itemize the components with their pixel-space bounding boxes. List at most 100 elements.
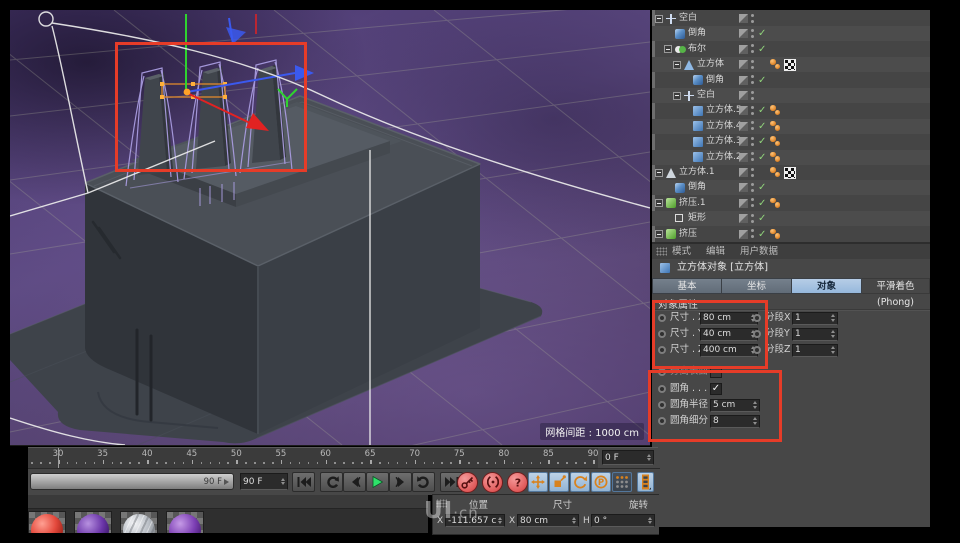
keyframe-rotation-toggle[interactable] [570, 472, 590, 492]
layer-color-icon[interactable] [739, 137, 748, 147]
object-label[interactable]: 立方体.5 [706, 103, 742, 118]
layer-color-icon[interactable] [739, 106, 748, 116]
phong-tag-icon[interactable] [770, 120, 782, 133]
drag-grip-icon[interactable] [656, 247, 667, 256]
layer-color-icon[interactable] [739, 60, 748, 70]
enabled-check-icon[interactable]: ✓ [758, 103, 766, 118]
material-manager-header[interactable] [28, 495, 428, 509]
visibility-dots-icon[interactable] [751, 105, 755, 116]
segments-y-input[interactable]: 1 [792, 327, 838, 341]
object-row[interactable]: 立方体.2 ✓ [652, 149, 930, 165]
layer-color-icon[interactable] [739, 75, 748, 85]
object-label[interactable]: 空白 [679, 11, 697, 26]
phong-tag-icon[interactable] [770, 228, 782, 241]
phong-tag-icon[interactable] [770, 136, 782, 148]
spinner-arrows[interactable] [281, 477, 285, 486]
layer-color-icon[interactable] [739, 168, 748, 177]
menu-userdata[interactable]: 用户数据 [740, 244, 778, 259]
object-label[interactable]: 空白 [697, 88, 715, 103]
record-options-button[interactable]: ? [507, 471, 528, 493]
object-row[interactable]: 立方体.4 ✓ [652, 118, 930, 134]
object-label[interactable]: 立方体.3 [706, 134, 742, 149]
object-row[interactable]: 立方体 [652, 57, 930, 73]
timeline-ruler[interactable]: 30354045505560657075808590 [28, 447, 598, 468]
layer-color-icon[interactable] [739, 198, 748, 208]
enabled-check-icon[interactable]: ✓ [758, 180, 766, 195]
visibility-dots-icon[interactable] [751, 136, 755, 147]
segments-x-input[interactable]: 1 [792, 311, 838, 325]
object-label[interactable]: 立方体.4 [706, 119, 742, 134]
tab-coordinates[interactable]: 坐标 [722, 278, 792, 294]
object-row[interactable]: 立方体.5 ✓ [652, 103, 930, 118]
object-row[interactable]: 空白 [652, 11, 930, 26]
spinner-arrows[interactable] [498, 516, 502, 525]
enabled-check-icon[interactable]: ✓ [758, 150, 766, 165]
menu-edit[interactable]: 编辑 [706, 244, 725, 259]
layer-color-icon[interactable] [739, 29, 748, 39]
expander-icon[interactable] [655, 14, 663, 23]
spinner-arrows[interactable] [572, 516, 576, 525]
preview-range-slider[interactable]: 90 F [30, 473, 234, 490]
object-row[interactable]: 立方体.3 ✓ [652, 134, 930, 149]
object-label[interactable]: 立方体 [697, 57, 724, 72]
layer-color-icon[interactable] [739, 121, 748, 131]
keyframe-parameter-toggle[interactable]: P [591, 472, 611, 492]
layer-color-icon[interactable] [739, 229, 748, 239]
object-row[interactable]: 布尔 ✓ [652, 42, 930, 57]
motion-system-button[interactable] [637, 472, 654, 492]
visibility-dots-icon[interactable] [751, 229, 755, 239]
material-swatch-purple[interactable] [74, 511, 112, 533]
expander-icon[interactable] [655, 168, 663, 177]
visibility-dots-icon[interactable] [751, 28, 755, 39]
enabled-check-icon[interactable]: ✓ [758, 134, 766, 149]
object-label[interactable]: 立方体.1 [679, 165, 715, 180]
object-row[interactable]: 空白 [652, 88, 930, 103]
segments-z-input[interactable]: 1 [792, 343, 838, 357]
spinner-arrows[interactable] [831, 346, 835, 354]
object-row[interactable]: 立方体.1 [652, 165, 930, 180]
play-backwards-button[interactable] [320, 472, 343, 492]
enabled-check-icon[interactable]: ✓ [758, 119, 766, 134]
visibility-dots-icon[interactable] [751, 121, 755, 131]
go-to-start-button[interactable] [292, 472, 315, 492]
enabled-check-icon[interactable]: ✓ [758, 42, 766, 57]
object-label[interactable]: 倒角 [688, 26, 706, 41]
object-label[interactable]: 倒角 [706, 73, 724, 88]
current-frame-input[interactable]: 0 F [602, 450, 654, 465]
viewport-3d[interactable]: 网格间距 : 1000 cm [10, 10, 650, 446]
visibility-dots-icon[interactable] [751, 90, 755, 101]
record-keyframe-button[interactable] [457, 471, 478, 493]
layer-color-icon[interactable] [739, 214, 748, 224]
spinner-arrows[interactable] [831, 330, 835, 338]
spinner-arrows[interactable] [647, 453, 651, 462]
phong-tag-icon[interactable] [770, 59, 782, 71]
previous-frame-button[interactable] [343, 472, 366, 492]
layer-color-icon[interactable] [739, 91, 748, 100]
spinner-arrows[interactable] [831, 314, 835, 322]
keyframe-scale-toggle[interactable] [549, 472, 569, 492]
material-swatch-tex[interactable] [120, 511, 158, 533]
object-row[interactable]: 倒角 ✓ [652, 180, 930, 196]
object-label[interactable]: 挤压.1 [679, 196, 706, 211]
rotation-h-input[interactable]: 0 ° [591, 514, 655, 527]
object-label[interactable]: 挤压 [679, 227, 697, 242]
layer-color-icon[interactable] [739, 14, 748, 23]
object-row[interactable]: 挤压 ✓ [652, 227, 930, 242]
layer-color-icon[interactable] [739, 183, 748, 193]
visibility-dots-icon[interactable] [751, 167, 755, 178]
visibility-dots-icon[interactable] [751, 13, 755, 24]
menu-mode[interactable]: 模式 [672, 244, 691, 259]
texture-tag-icon[interactable] [784, 58, 796, 71]
enabled-check-icon[interactable]: ✓ [758, 227, 766, 242]
material-swatch-purple2[interactable] [166, 511, 204, 533]
enabled-check-icon[interactable]: ✓ [758, 26, 766, 41]
play-forwards-button[interactable] [366, 472, 389, 492]
expander-icon[interactable] [673, 91, 681, 100]
spinner-arrows[interactable] [648, 516, 652, 525]
material-swatch-red[interactable] [28, 511, 66, 533]
texture-tag-icon[interactable] [784, 166, 796, 179]
expander-icon[interactable] [664, 45, 672, 54]
layer-color-icon[interactable] [739, 152, 748, 162]
expander-icon[interactable] [655, 230, 663, 239]
phong-tag-icon[interactable] [770, 151, 782, 164]
